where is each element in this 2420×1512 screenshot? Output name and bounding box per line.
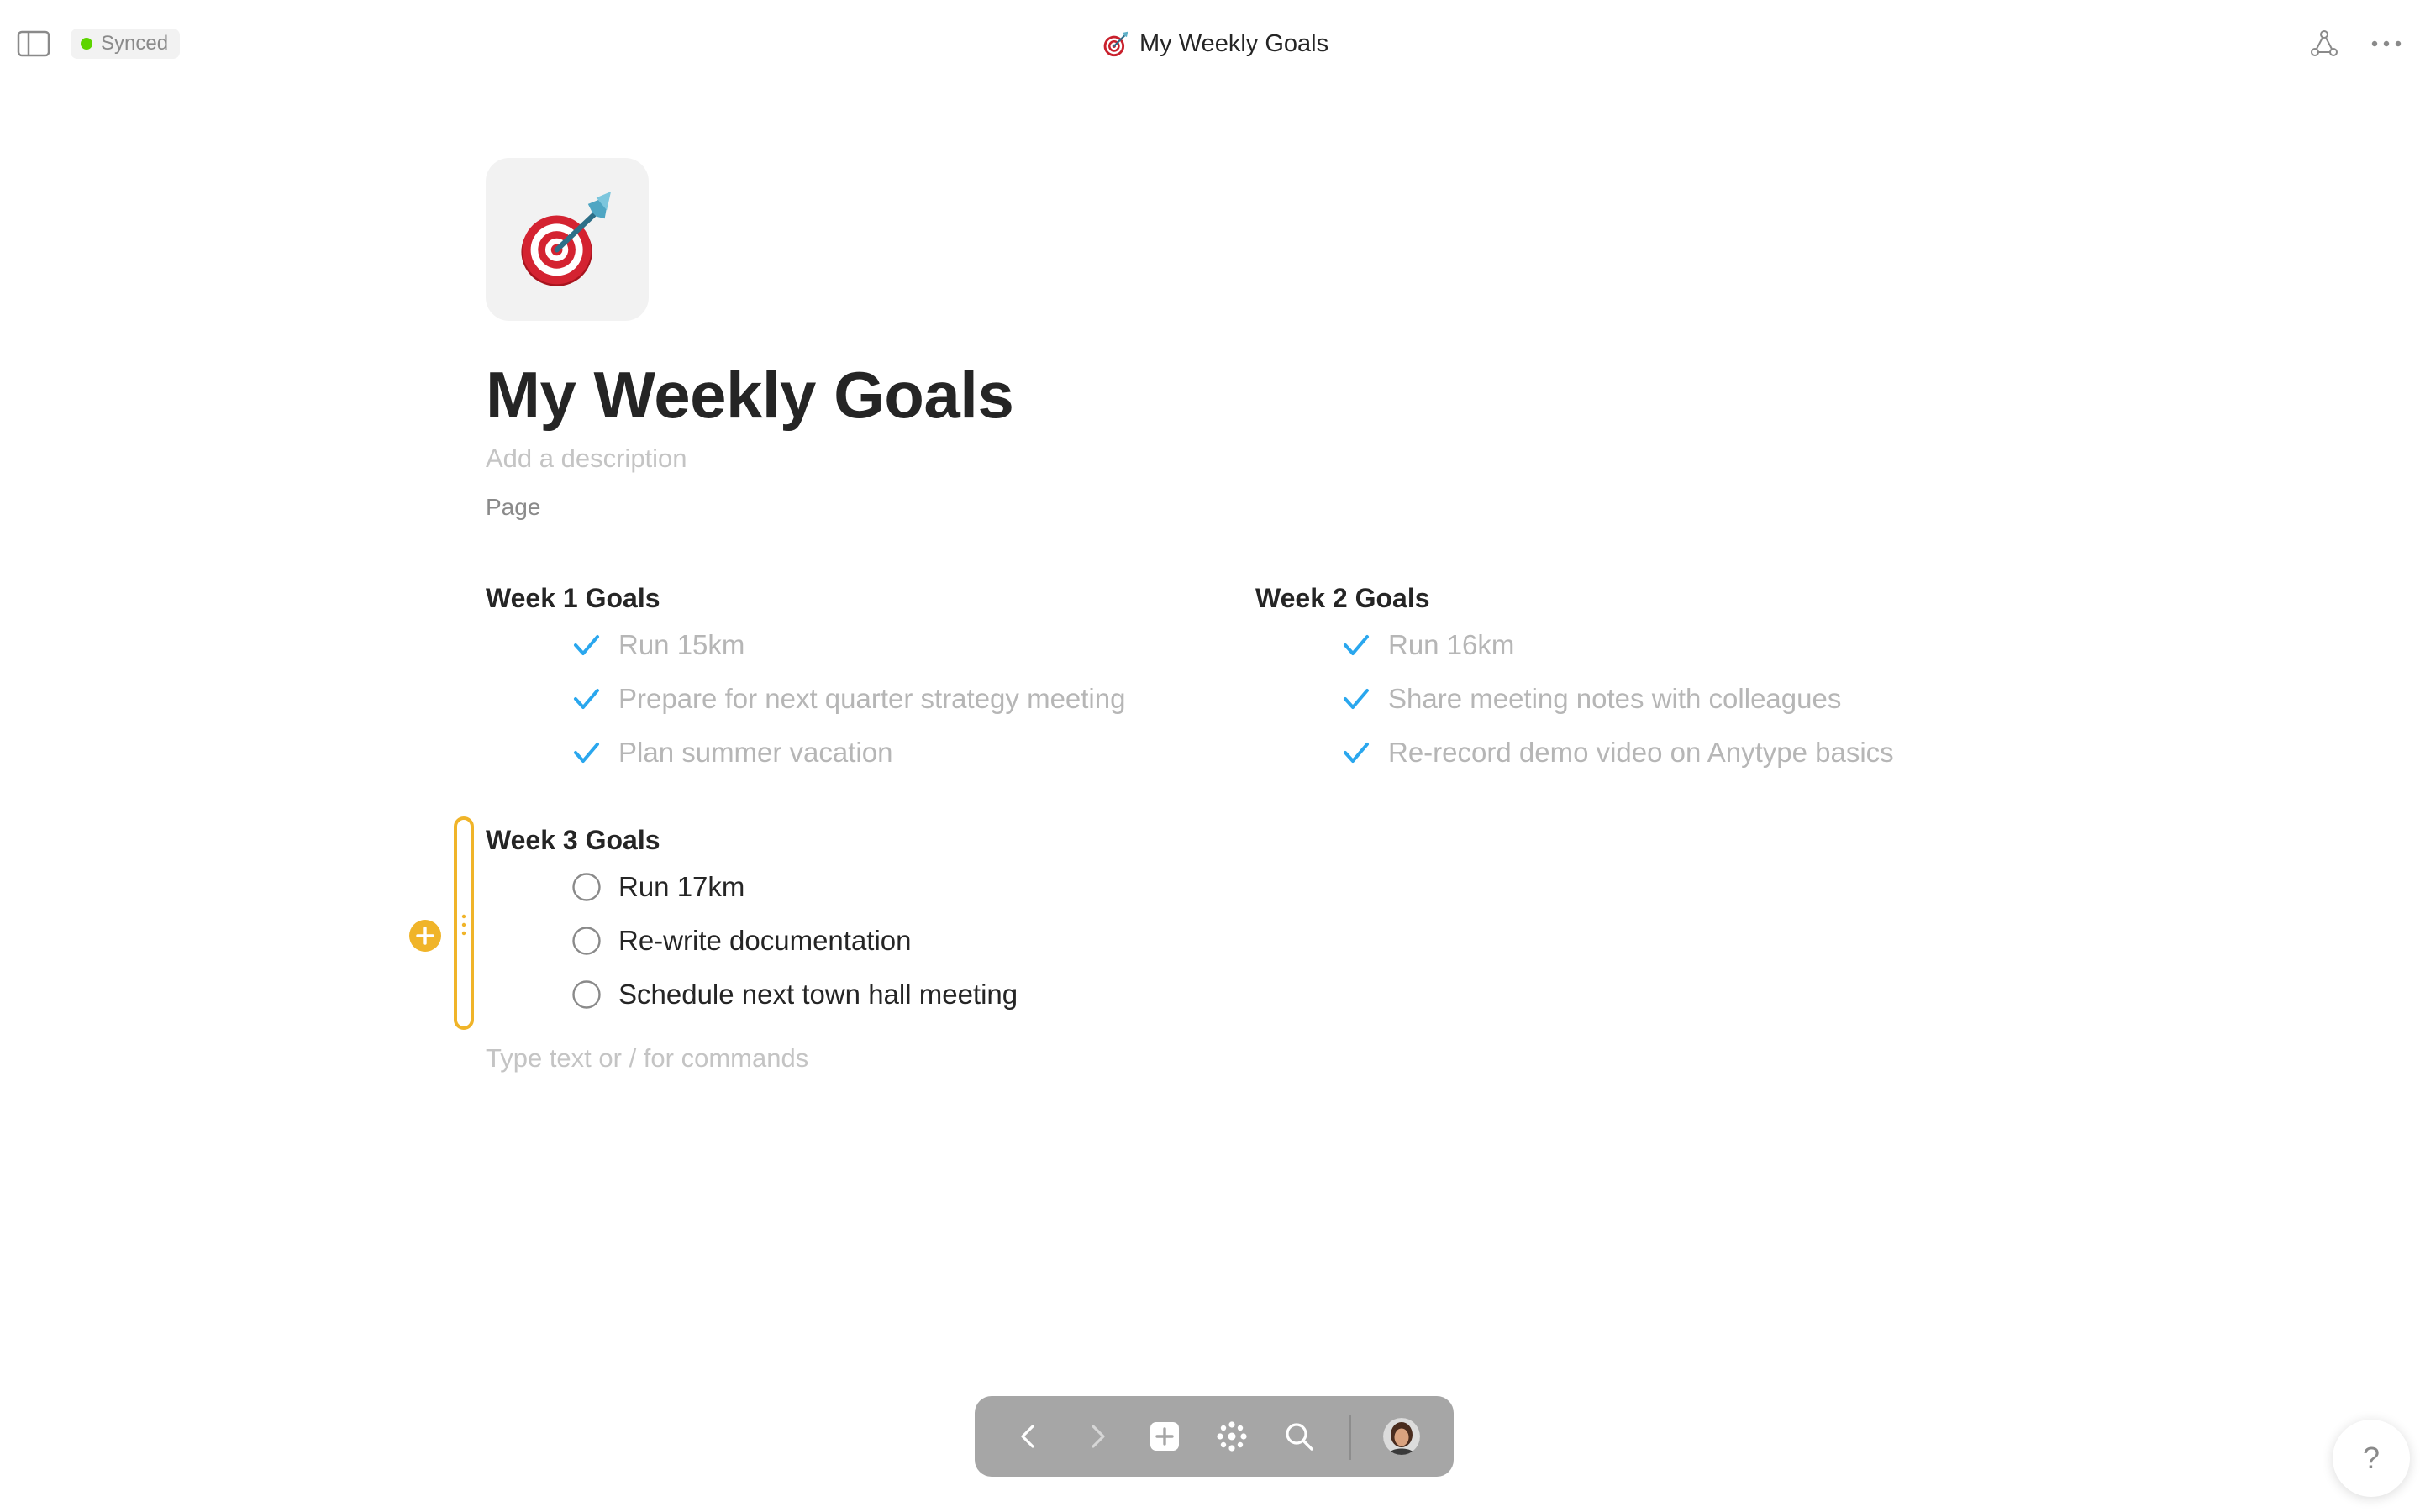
top-bar: Synced My Weekly Goals	[0, 0, 2420, 87]
sync-status-dot	[81, 38, 92, 50]
sync-status-badge[interactable]: Synced	[71, 29, 181, 59]
more-options-icon[interactable]	[2370, 34, 2403, 54]
week-1-block: Week 1 Goals Run 15km Prepare for next q…	[486, 580, 1158, 780]
task-label: Plan summer vacation	[618, 737, 893, 768]
command-input[interactable]: Type text or / for commands	[486, 1038, 808, 1079]
object-type-label[interactable]: Page	[486, 491, 540, 524]
task-item[interactable]: Plan summer vacation	[486, 726, 1158, 780]
editor-page: Synced My Weekly Goals My Weekly Goals A…	[0, 0, 2420, 1512]
window-title[interactable]: My Weekly Goals	[1101, 25, 1328, 62]
week-2-block: Week 2 Goals Run 16km Share meeting note…	[1255, 580, 2012, 780]
checkmark-icon[interactable]	[571, 738, 602, 768]
checkmark-icon[interactable]	[1341, 684, 1371, 714]
task-label: Run 16km	[1388, 629, 1515, 660]
bottom-navigation-bar	[975, 1396, 1454, 1477]
forward-arrow-icon[interactable]	[1081, 1420, 1114, 1453]
task-label: Re-write documentation	[618, 925, 912, 956]
sidebar-toggle-icon[interactable]	[17, 30, 50, 57]
week-3-block: Week 3 Goals Run 17km Re-write documenta…	[486, 822, 1158, 1021]
add-block-plus-icon[interactable]	[408, 919, 442, 953]
profile-avatar[interactable]	[1383, 1418, 1420, 1455]
window-title-label: My Weekly Goals	[1139, 29, 1329, 57]
search-icon[interactable]	[1282, 1420, 1316, 1453]
bullseye-dart-icon	[1103, 31, 1128, 57]
week-2-heading[interactable]: Week 2 Goals	[1255, 580, 2012, 617]
task-label: Run 17km	[618, 871, 745, 902]
navigation-graph-icon[interactable]	[1215, 1420, 1249, 1453]
nav-divider	[1349, 1415, 1351, 1460]
page-title[interactable]: My Weekly Goals	[486, 353, 1014, 437]
week-1-heading[interactable]: Week 1 Goals	[486, 580, 1158, 617]
task-item[interactable]: Share meeting notes with colleagues	[1255, 672, 2012, 726]
help-button[interactable]: ?	[2333, 1420, 2410, 1497]
task-item[interactable]: Schedule next town hall meeting	[486, 968, 1158, 1021]
sync-status-label: Synced	[101, 32, 169, 55]
task-label: Schedule next town hall meeting	[618, 979, 1018, 1010]
back-arrow-icon[interactable]	[1012, 1420, 1045, 1453]
task-label: Re-record demo video on Anytype basics	[1388, 737, 1894, 768]
task-item[interactable]: Re-write documentation	[486, 914, 1158, 968]
task-item[interactable]: Re-record demo video on Anytype basics	[1255, 726, 2012, 780]
graph-icon[interactable]	[2309, 29, 2339, 59]
task-item[interactable]: Run 15km	[486, 618, 1158, 672]
task-label: Run 15km	[618, 629, 745, 660]
drag-handle-icon[interactable]	[459, 912, 469, 937]
empty-checkbox-icon[interactable]	[571, 926, 602, 956]
task-item[interactable]: Run 16km	[1255, 618, 2012, 672]
week-3-heading[interactable]: Week 3 Goals	[486, 822, 1158, 858]
checkmark-icon[interactable]	[1341, 630, 1371, 660]
page-icon[interactable]	[486, 158, 649, 321]
create-object-plus-icon[interactable]	[1148, 1420, 1181, 1453]
task-item[interactable]: Prepare for next quarter strategy meetin…	[486, 672, 1158, 726]
checkmark-icon[interactable]	[1341, 738, 1371, 768]
empty-checkbox-icon[interactable]	[571, 872, 602, 902]
task-label: Prepare for next quarter strategy meetin…	[618, 683, 1126, 714]
task-item[interactable]: Run 17km	[486, 860, 1158, 914]
bullseye-dart-icon	[521, 191, 612, 286]
checkmark-icon[interactable]	[571, 630, 602, 660]
empty-checkbox-icon[interactable]	[571, 979, 602, 1010]
task-label: Share meeting notes with colleagues	[1388, 683, 1842, 714]
description-field[interactable]: Add a description	[486, 440, 687, 477]
checkmark-icon[interactable]	[571, 684, 602, 714]
